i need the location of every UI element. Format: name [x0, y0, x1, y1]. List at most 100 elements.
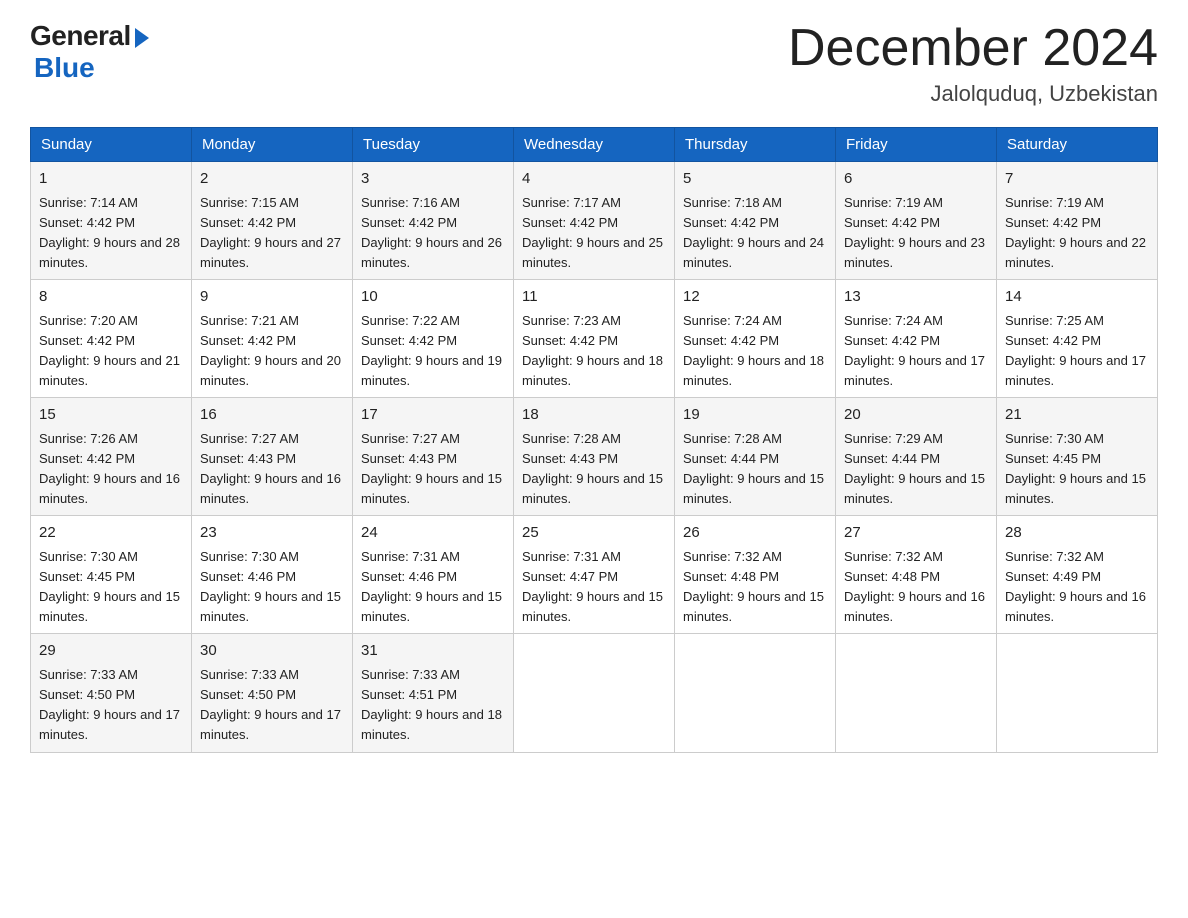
- day-number: 1: [39, 168, 183, 191]
- week-row-2: 8 Sunrise: 7:20 AMSunset: 4:42 PMDayligh…: [31, 280, 1158, 398]
- header-tuesday: Tuesday: [353, 128, 514, 162]
- calendar-cell: 12 Sunrise: 7:24 AMSunset: 4:42 PMDaylig…: [675, 280, 836, 398]
- logo-general-text: General: [30, 20, 131, 52]
- header-wednesday: Wednesday: [514, 128, 675, 162]
- day-number: 16: [200, 404, 344, 427]
- calendar-cell: 5 Sunrise: 7:18 AMSunset: 4:42 PMDayligh…: [675, 162, 836, 280]
- calendar-cell: 31 Sunrise: 7:33 AMSunset: 4:51 PMDaylig…: [353, 634, 514, 752]
- calendar-cell: 1 Sunrise: 7:14 AMSunset: 4:42 PMDayligh…: [31, 162, 192, 280]
- day-number: 8: [39, 286, 183, 309]
- day-info: Sunrise: 7:32 AMSunset: 4:49 PMDaylight:…: [1005, 549, 1146, 624]
- day-number: 11: [522, 286, 666, 309]
- month-title: December 2024: [788, 20, 1158, 77]
- calendar-cell: 29 Sunrise: 7:33 AMSunset: 4:50 PMDaylig…: [31, 634, 192, 752]
- day-info: Sunrise: 7:31 AMSunset: 4:47 PMDaylight:…: [522, 549, 663, 624]
- header-sunday: Sunday: [31, 128, 192, 162]
- day-info: Sunrise: 7:32 AMSunset: 4:48 PMDaylight:…: [683, 549, 824, 624]
- calendar-cell: [997, 634, 1158, 752]
- day-info: Sunrise: 7:27 AMSunset: 4:43 PMDaylight:…: [200, 431, 341, 506]
- location-title: Jalolquduq, Uzbekistan: [788, 81, 1158, 107]
- calendar-cell: 14 Sunrise: 7:25 AMSunset: 4:42 PMDaylig…: [997, 280, 1158, 398]
- day-number: 19: [683, 404, 827, 427]
- day-number: 22: [39, 522, 183, 545]
- day-number: 13: [844, 286, 988, 309]
- day-number: 31: [361, 640, 505, 663]
- day-number: 18: [522, 404, 666, 427]
- day-number: 21: [1005, 404, 1149, 427]
- calendar-cell: 11 Sunrise: 7:23 AMSunset: 4:42 PMDaylig…: [514, 280, 675, 398]
- day-info: Sunrise: 7:29 AMSunset: 4:44 PMDaylight:…: [844, 431, 985, 506]
- day-info: Sunrise: 7:33 AMSunset: 4:50 PMDaylight:…: [39, 667, 180, 742]
- day-number: 7: [1005, 168, 1149, 191]
- calendar-table: SundayMondayTuesdayWednesdayThursdayFrid…: [30, 127, 1158, 752]
- day-info: Sunrise: 7:14 AMSunset: 4:42 PMDaylight:…: [39, 195, 180, 270]
- week-row-5: 29 Sunrise: 7:33 AMSunset: 4:50 PMDaylig…: [31, 634, 1158, 752]
- calendar-cell: 17 Sunrise: 7:27 AMSunset: 4:43 PMDaylig…: [353, 398, 514, 516]
- day-info: Sunrise: 7:24 AMSunset: 4:42 PMDaylight:…: [683, 313, 824, 388]
- day-number: 17: [361, 404, 505, 427]
- day-number: 9: [200, 286, 344, 309]
- calendar-cell: 22 Sunrise: 7:30 AMSunset: 4:45 PMDaylig…: [31, 516, 192, 634]
- week-row-3: 15 Sunrise: 7:26 AMSunset: 4:42 PMDaylig…: [31, 398, 1158, 516]
- logo-arrow-icon: [135, 28, 149, 48]
- day-info: Sunrise: 7:18 AMSunset: 4:42 PMDaylight:…: [683, 195, 824, 270]
- day-number: 14: [1005, 286, 1149, 309]
- calendar-cell: 28 Sunrise: 7:32 AMSunset: 4:49 PMDaylig…: [997, 516, 1158, 634]
- calendar-cell: 16 Sunrise: 7:27 AMSunset: 4:43 PMDaylig…: [192, 398, 353, 516]
- calendar-cell: 8 Sunrise: 7:20 AMSunset: 4:42 PMDayligh…: [31, 280, 192, 398]
- day-number: 27: [844, 522, 988, 545]
- calendar-cell: 19 Sunrise: 7:28 AMSunset: 4:44 PMDaylig…: [675, 398, 836, 516]
- day-info: Sunrise: 7:30 AMSunset: 4:45 PMDaylight:…: [39, 549, 180, 624]
- day-number: 15: [39, 404, 183, 427]
- day-info: Sunrise: 7:30 AMSunset: 4:45 PMDaylight:…: [1005, 431, 1146, 506]
- day-info: Sunrise: 7:32 AMSunset: 4:48 PMDaylight:…: [844, 549, 985, 624]
- calendar-cell: 18 Sunrise: 7:28 AMSunset: 4:43 PMDaylig…: [514, 398, 675, 516]
- day-info: Sunrise: 7:15 AMSunset: 4:42 PMDaylight:…: [200, 195, 341, 270]
- day-info: Sunrise: 7:21 AMSunset: 4:42 PMDaylight:…: [200, 313, 341, 388]
- day-number: 12: [683, 286, 827, 309]
- day-info: Sunrise: 7:28 AMSunset: 4:44 PMDaylight:…: [683, 431, 824, 506]
- day-number: 26: [683, 522, 827, 545]
- calendar-cell: 7 Sunrise: 7:19 AMSunset: 4:42 PMDayligh…: [997, 162, 1158, 280]
- header-friday: Friday: [836, 128, 997, 162]
- header-monday: Monday: [192, 128, 353, 162]
- day-info: Sunrise: 7:19 AMSunset: 4:42 PMDaylight:…: [844, 195, 985, 270]
- calendar-cell: [836, 634, 997, 752]
- calendar-cell: 30 Sunrise: 7:33 AMSunset: 4:50 PMDaylig…: [192, 634, 353, 752]
- day-number: 23: [200, 522, 344, 545]
- header-saturday: Saturday: [997, 128, 1158, 162]
- calendar-cell: 4 Sunrise: 7:17 AMSunset: 4:42 PMDayligh…: [514, 162, 675, 280]
- day-number: 2: [200, 168, 344, 191]
- week-row-4: 22 Sunrise: 7:30 AMSunset: 4:45 PMDaylig…: [31, 516, 1158, 634]
- day-number: 28: [1005, 522, 1149, 545]
- calendar-cell: 20 Sunrise: 7:29 AMSunset: 4:44 PMDaylig…: [836, 398, 997, 516]
- day-info: Sunrise: 7:22 AMSunset: 4:42 PMDaylight:…: [361, 313, 502, 388]
- calendar-cell: [675, 634, 836, 752]
- logo: General Blue: [30, 20, 149, 84]
- week-row-1: 1 Sunrise: 7:14 AMSunset: 4:42 PMDayligh…: [31, 162, 1158, 280]
- calendar-cell: 25 Sunrise: 7:31 AMSunset: 4:47 PMDaylig…: [514, 516, 675, 634]
- header-row: SundayMondayTuesdayWednesdayThursdayFrid…: [31, 128, 1158, 162]
- day-info: Sunrise: 7:19 AMSunset: 4:42 PMDaylight:…: [1005, 195, 1146, 270]
- calendar-cell: 13 Sunrise: 7:24 AMSunset: 4:42 PMDaylig…: [836, 280, 997, 398]
- day-number: 20: [844, 404, 988, 427]
- calendar-cell: 9 Sunrise: 7:21 AMSunset: 4:42 PMDayligh…: [192, 280, 353, 398]
- header-thursday: Thursday: [675, 128, 836, 162]
- calendar-cell: [514, 634, 675, 752]
- day-number: 24: [361, 522, 505, 545]
- day-number: 30: [200, 640, 344, 663]
- calendar-cell: 6 Sunrise: 7:19 AMSunset: 4:42 PMDayligh…: [836, 162, 997, 280]
- page-header: General Blue December 2024 Jalolquduq, U…: [30, 20, 1158, 107]
- day-info: Sunrise: 7:25 AMSunset: 4:42 PMDaylight:…: [1005, 313, 1146, 388]
- calendar-cell: 3 Sunrise: 7:16 AMSunset: 4:42 PMDayligh…: [353, 162, 514, 280]
- calendar-cell: 27 Sunrise: 7:32 AMSunset: 4:48 PMDaylig…: [836, 516, 997, 634]
- day-info: Sunrise: 7:33 AMSunset: 4:51 PMDaylight:…: [361, 667, 502, 742]
- day-number: 29: [39, 640, 183, 663]
- day-info: Sunrise: 7:16 AMSunset: 4:42 PMDaylight:…: [361, 195, 502, 270]
- day-number: 3: [361, 168, 505, 191]
- day-number: 25: [522, 522, 666, 545]
- day-info: Sunrise: 7:23 AMSunset: 4:42 PMDaylight:…: [522, 313, 663, 388]
- title-section: December 2024 Jalolquduq, Uzbekistan: [788, 20, 1158, 107]
- calendar-cell: 10 Sunrise: 7:22 AMSunset: 4:42 PMDaylig…: [353, 280, 514, 398]
- day-number: 4: [522, 168, 666, 191]
